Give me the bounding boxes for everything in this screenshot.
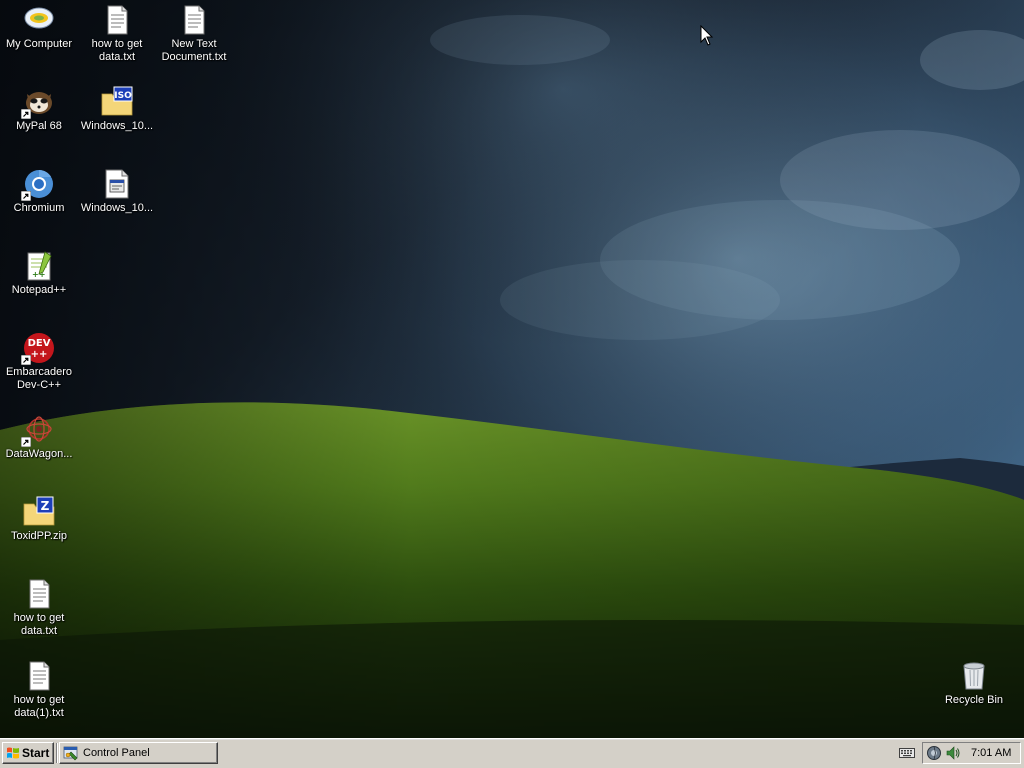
iso-folder-icon: ISO <box>101 86 133 118</box>
mouse-cursor-icon <box>700 25 714 46</box>
windows-logo-icon <box>7 747 19 759</box>
desktop-icon-label: how to get data.txt <box>91 38 143 63</box>
desktop-icon-how-to-get-data-top[interactable]: how to get data.txt <box>78 4 156 64</box>
desktop-icon-toxidpp-zip[interactable]: Z ToxidPP.zip <box>0 496 78 543</box>
system-tray: 7:01 AM <box>922 742 1021 764</box>
text-file-icon <box>101 4 133 36</box>
desktop-icon-label: how to get data(1).txt <box>13 694 65 719</box>
shortcut-arrow-icon <box>21 355 31 365</box>
notepad-plus-plus-icon: ++ <box>23 250 55 282</box>
desktop-icon-notepad-plus-plus[interactable]: ++ Notepad++ <box>0 250 78 297</box>
text-file-icon <box>23 660 55 692</box>
taskbar-button-control-panel[interactable]: Control Panel <box>59 742 218 764</box>
control-panel-icon <box>63 746 78 761</box>
desktop-icon-dev-cpp[interactable]: DEV ++ Embarcadero Dev-C++ <box>0 332 78 392</box>
desktop-icon-label: Windows_10... <box>80 120 154 132</box>
svg-text:DEV: DEV <box>28 338 51 349</box>
keyboard-icon[interactable] <box>899 747 915 759</box>
svg-text:ISO: ISO <box>114 91 132 101</box>
clock[interactable]: 7:01 AM <box>971 747 1011 759</box>
svg-text:++: ++ <box>31 349 48 360</box>
my-computer-icon <box>23 4 55 36</box>
chromium-icon <box>21 168 55 201</box>
start-button[interactable]: Start <box>2 742 54 764</box>
desktop-icon-windows-file[interactable]: Windows_10... <box>78 168 156 215</box>
desktop-icon-label: Recycle Bin <box>944 694 1004 706</box>
datawagon-icon <box>21 414 55 447</box>
desktop-icon-label: MyPal 68 <box>16 120 62 132</box>
text-file-icon <box>178 4 210 36</box>
taskbar-separator <box>56 743 58 763</box>
desktop-icon-label: Embarcadero Dev-C++ <box>5 366 73 391</box>
volume-icon[interactable] <box>945 745 961 761</box>
shortcut-arrow-icon <box>21 437 31 447</box>
network-icon[interactable] <box>926 745 942 761</box>
taskbar: Start Control Panel 7:01 AM <box>0 738 1024 768</box>
text-file-icon <box>23 578 55 610</box>
desktop-icon-chromium[interactable]: Chromium <box>0 168 78 215</box>
desktop-icon-label: My Computer <box>5 38 73 50</box>
desktop-icon-label: Notepad++ <box>11 284 67 296</box>
desktop[interactable]: My Computer MyPal 68 Chromium ++ Notepad… <box>0 0 1024 738</box>
desktop-icon-label: how to get data.txt <box>13 612 65 637</box>
desktop-icon-my-computer[interactable]: My Computer <box>0 4 78 51</box>
recycle-bin-icon <box>958 660 990 692</box>
desktop-icon-how-to-get-data-left[interactable]: how to get data.txt <box>0 578 78 638</box>
mypal-browser-icon <box>21 86 55 119</box>
svg-text:Z: Z <box>41 499 50 513</box>
desktop-icon-mypal[interactable]: MyPal 68 <box>0 86 78 133</box>
taskbar-button-label: Control Panel <box>83 747 150 759</box>
desktop-icon-windows-iso[interactable]: ISO Windows_10... <box>78 86 156 133</box>
desktop-icon-recycle-bin[interactable]: Recycle Bin <box>935 660 1013 707</box>
desktop-icon-label: DataWagon... <box>5 448 73 460</box>
desktop-icon-label: ToxidPP.zip <box>10 530 68 542</box>
desktop-icon-datawagon[interactable]: DataWagon... <box>0 414 78 461</box>
desktop-icon-new-text-document[interactable]: New Text Document.txt <box>155 4 233 64</box>
document-file-icon <box>101 168 133 200</box>
desktop-icon-how-to-get-data-1[interactable]: how to get data(1).txt <box>0 660 78 720</box>
desktop-icon-label: New Text Document.txt <box>161 38 227 63</box>
shortcut-arrow-icon <box>21 109 31 119</box>
start-label: Start <box>22 746 50 760</box>
desktop-icon-label: Chromium <box>13 202 65 214</box>
zip-folder-icon: Z <box>23 496 55 528</box>
shortcut-arrow-icon <box>21 191 31 201</box>
dev-cpp-icon: DEV ++ <box>21 332 55 365</box>
desktop-icon-label: Windows_10... <box>80 202 154 214</box>
